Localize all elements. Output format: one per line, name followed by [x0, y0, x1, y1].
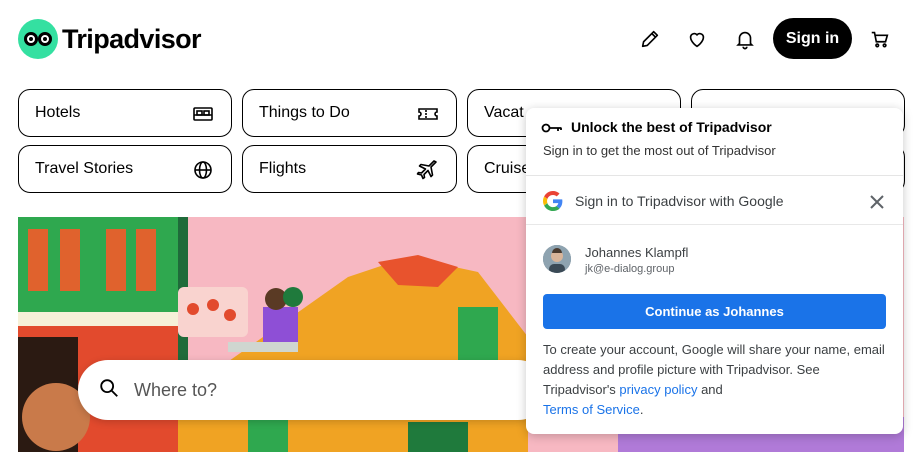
category-travel-stories[interactable]: Travel Stories: [18, 145, 232, 193]
account-email: jk@e-dialog.group: [585, 263, 675, 275]
popup-header: Unlock the best of Tripadvisor Sign in t…: [526, 108, 903, 176]
disclaimer-end: .: [639, 402, 644, 417]
disclaimer-text-2: and: [697, 382, 723, 397]
category-flights[interactable]: Flights: [242, 145, 457, 193]
plane-icon: [416, 158, 440, 182]
category-things-to-do[interactable]: Things to Do: [242, 89, 457, 137]
bell-icon[interactable]: [733, 27, 757, 51]
key-icon: [541, 120, 563, 136]
category-label: Things to Do: [259, 104, 350, 121]
brand-name: Tripadvisor: [62, 23, 202, 54]
avatar: [543, 245, 571, 273]
cart-icon[interactable]: [868, 27, 892, 51]
search-bar[interactable]: Where to?: [78, 360, 548, 420]
terms-of-service-link[interactable]: Terms of Service: [543, 402, 640, 417]
google-signin-title: Sign in to Tripadvisor with Google: [575, 193, 784, 209]
close-icon[interactable]: [868, 193, 886, 211]
sign-in-button[interactable]: Sign in: [773, 18, 852, 59]
google-logo-icon: [543, 191, 563, 211]
pencil-icon[interactable]: [638, 27, 662, 51]
owl-logo-icon: [18, 19, 58, 59]
heart-icon[interactable]: [685, 27, 709, 51]
search-placeholder: Where to?: [134, 379, 218, 400]
globe-icon: [191, 158, 215, 182]
ticket-icon: [416, 102, 440, 126]
search-icon: [98, 377, 120, 404]
tripadvisor-logo[interactable]: Tripadvisor: [18, 19, 202, 59]
category-hotels[interactable]: Hotels: [18, 89, 232, 137]
category-label: Hotels: [35, 104, 81, 121]
category-label: Travel Stories: [35, 160, 134, 177]
google-signin-popup: Unlock the best of Tripadvisor Sign in t…: [526, 108, 903, 434]
popup-subtitle: Sign in to get the most out of Tripadvis…: [543, 143, 776, 158]
category-label: Flights: [259, 160, 307, 177]
bed-icon: [191, 102, 215, 126]
consent-disclaimer: To create your account, Google will shar…: [543, 340, 888, 420]
continue-as-button[interactable]: Continue as Johannes: [543, 294, 886, 329]
category-label: Vacat: [484, 104, 524, 121]
google-signin-header: Sign in to Tripadvisor with Google: [526, 177, 903, 225]
privacy-policy-link[interactable]: privacy policy: [619, 382, 697, 397]
site-header: Tripadvisor Sign in: [0, 0, 919, 80]
category-label: Cruise: [484, 160, 531, 177]
popup-title: Unlock the best of Tripadvisor: [571, 119, 772, 135]
account-name: Johannes Klampfl: [585, 245, 689, 260]
